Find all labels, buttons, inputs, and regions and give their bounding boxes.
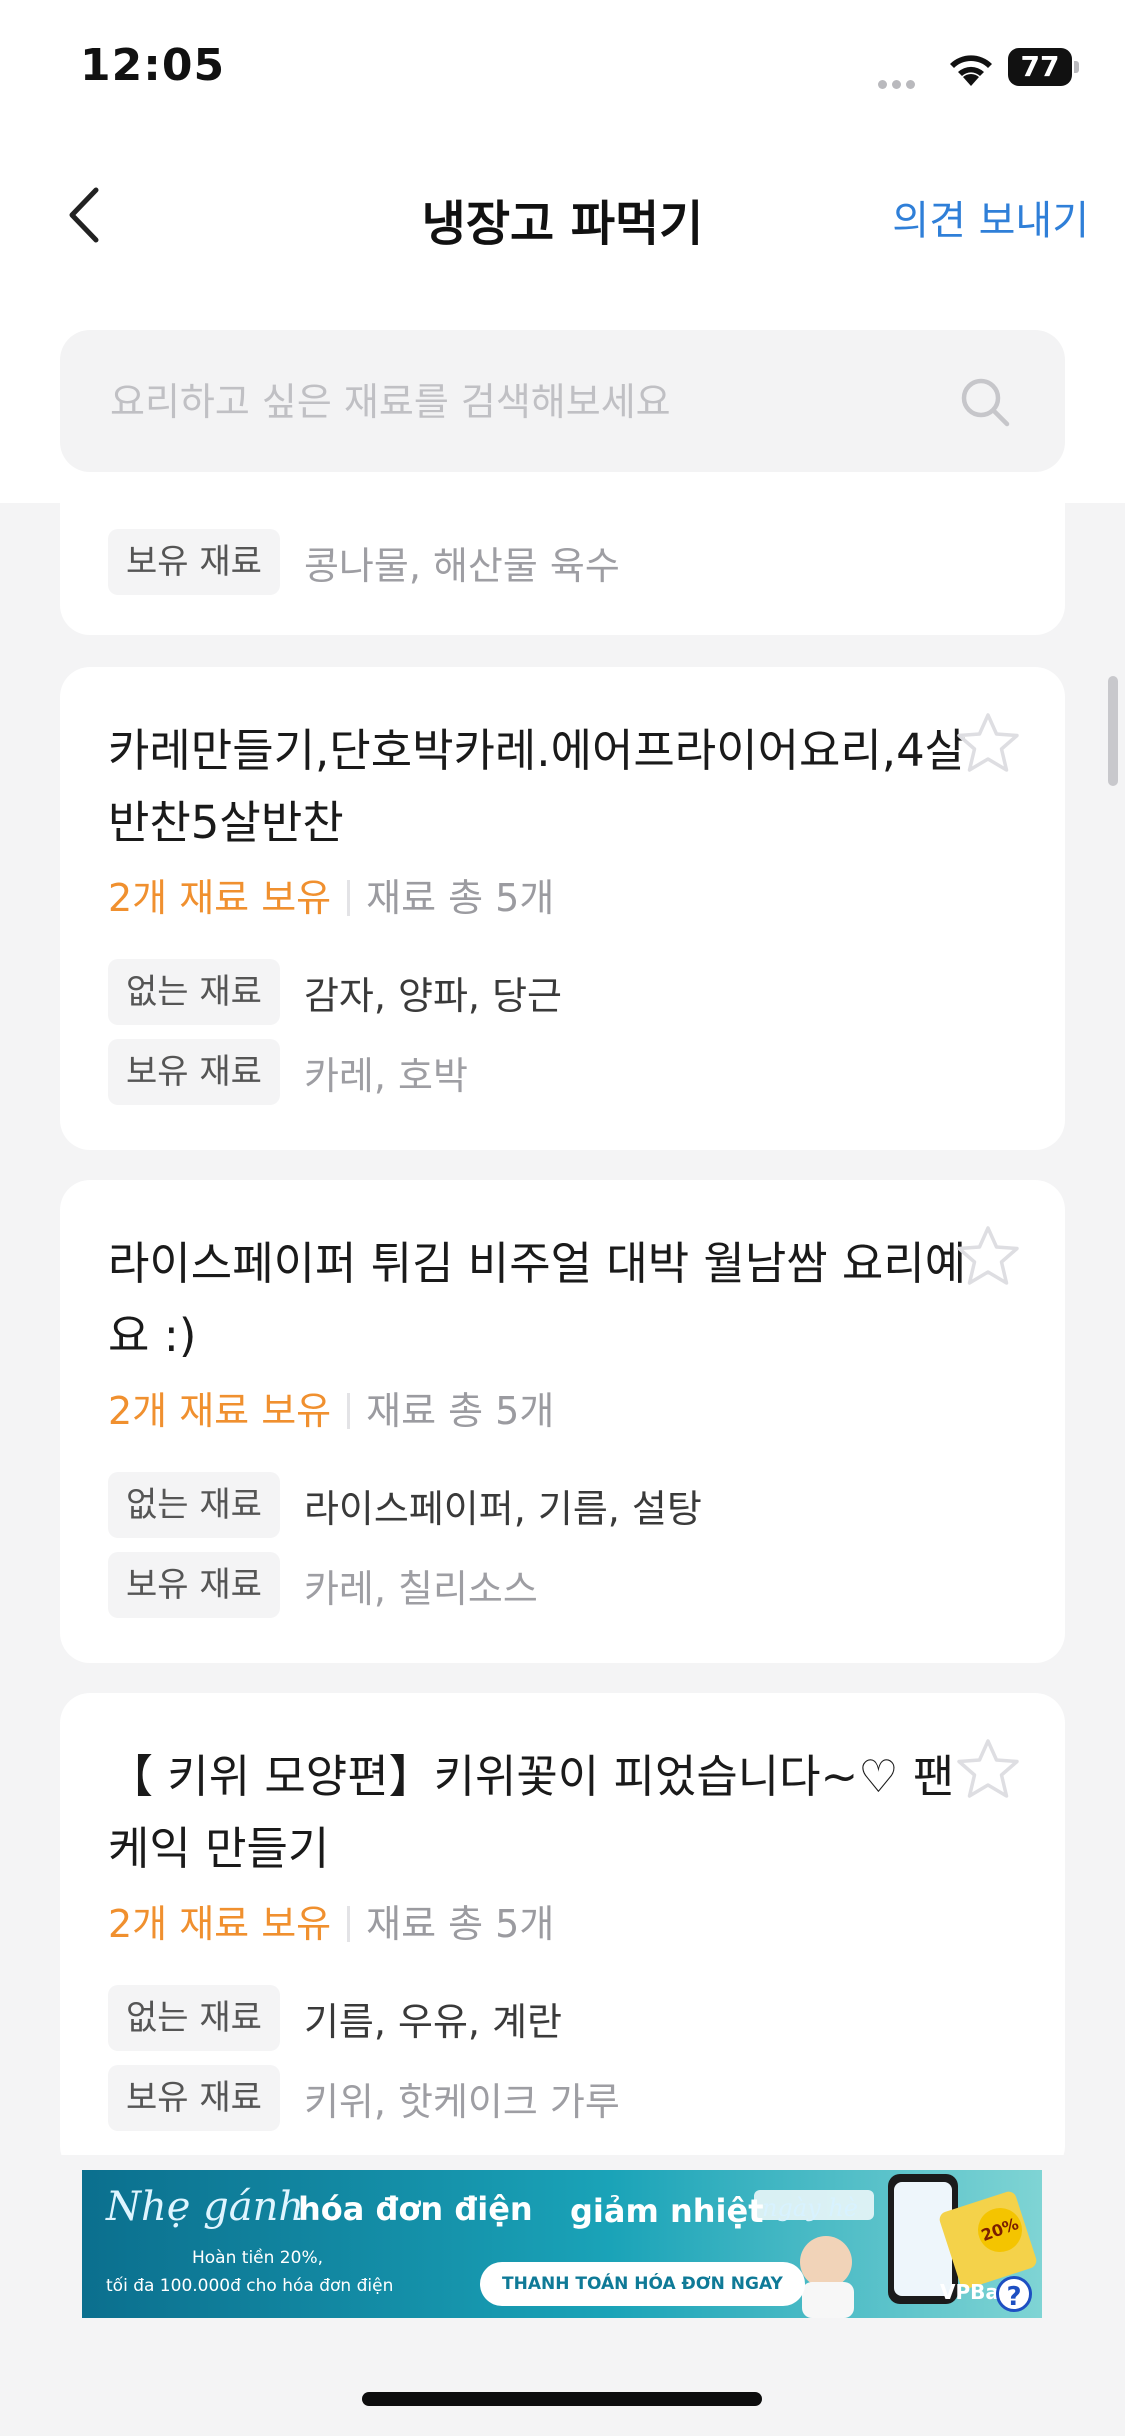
navigation-bar: 냉장고 파먹기 의견 보내기	[0, 160, 1125, 270]
missing-ingredients-row: 없는 재료 기름, 우유, 계란	[108, 1985, 562, 2053]
owned-count: 2개 재료 보유	[108, 876, 332, 920]
owned-ingredients-row: 보유 재료 카레, 호박	[108, 1039, 468, 1107]
status-time: 12:05	[80, 40, 226, 91]
owned-ingredients-chip: 보유 재료	[108, 529, 280, 595]
owned-ingredients-text: 키위, 핫케이크 가루	[303, 2079, 620, 2124]
ingredient-summary: 2개 재료 보유 재료 총 5개	[108, 1380, 554, 1435]
favorite-star-icon[interactable]	[955, 1224, 1021, 1288]
ad-banner[interactable]: Nhẹ gánh hóa đơn điện giảm nhiệt ngày hè…	[82, 2170, 1042, 2318]
cellular-signal-icon	[878, 74, 920, 93]
recipe-title: 카레만들기,단호박카레.에어프라이어요리,4살반찬5살반찬	[108, 724, 967, 849]
recipe-card[interactable]: 라이스페이퍼 튀김 비주얼 대박 월남쌈 요리예요 :) 2개 재료 보유 재료 …	[60, 1180, 1065, 1663]
recipe-title: 【 키위 모양편】키위꽃이 피었습니다~♡ 팬케익 만들기	[108, 1750, 955, 1875]
missing-ingredients-text: 감자, 양파, 당근	[303, 973, 563, 1018]
favorite-star-icon[interactable]	[955, 711, 1021, 775]
owned-ingredients-text: 콩나물, 해산물 육수	[303, 543, 620, 588]
ad-headline-2: giảm nhiệt	[570, 2192, 764, 2230]
search-icon[interactable]	[957, 374, 1013, 430]
ad-cta-button[interactable]: THANH TOÁN HÓA ĐƠN NGAY	[480, 2262, 805, 2306]
total-count: 재료 총 5개	[366, 1902, 555, 1946]
send-feedback-button[interactable]: 의견 보내기	[892, 188, 1089, 246]
recipe-card[interactable]: 【 키위 모양편】키위꽃이 피었습니다~♡ 팬케익 만들기 2개 재료 보유 재료…	[60, 1693, 1065, 2155]
ad-script-text-2: ngày hè	[762, 2194, 858, 2222]
missing-ingredients-text: 기름, 우유, 계란	[303, 1999, 563, 2044]
wifi-icon	[950, 55, 992, 86]
ad-subtext-2: tối đa 100.000đ cho hóa đơn điện	[106, 2276, 394, 2296]
ad-subtext: Hoàn tiền 20%,	[192, 2248, 323, 2268]
missing-ingredients-chip: 없는 재료	[108, 1985, 280, 2051]
owned-ingredients-row: 보유 재료 콩나물, 해산물 육수	[108, 529, 620, 597]
recipe-card[interactable]: 보유 재료 콩나물, 해산물 육수	[60, 503, 1065, 635]
search-input[interactable]	[108, 330, 962, 474]
missing-ingredients-chip: 없는 재료	[108, 1472, 280, 1538]
owned-ingredients-chip: 보유 재료	[108, 1039, 280, 1105]
total-count: 재료 총 5개	[366, 1389, 555, 1433]
status-bar: 12:05 77	[0, 0, 1125, 130]
owned-ingredients-text: 카레, 호박	[303, 1053, 468, 1098]
owned-ingredients-chip: 보유 재료	[108, 1552, 280, 1618]
header-area: 12:05 77 냉장고 파먹기 의견 보내기	[0, 0, 1125, 503]
missing-ingredients-chip: 없는 재료	[108, 959, 280, 1025]
home-indicator[interactable]	[362, 2392, 762, 2406]
owned-count: 2개 재료 보유	[108, 1902, 332, 1946]
recipe-card[interactable]: 카레만들기,단호박카레.에어프라이어요리,4살반찬5살반찬 2개 재료 보유 재료…	[60, 667, 1065, 1150]
ingredient-summary: 2개 재료 보유 재료 총 5개	[108, 1893, 554, 1948]
recipe-title: 라이스페이퍼 튀김 비주얼 대박 월남쌈 요리예요 :)	[108, 1237, 967, 1362]
owned-ingredients-chip: 보유 재료	[108, 2065, 280, 2131]
recipe-list: 보유 재료 콩나물, 해산물 육수 카레만들기,단호박카레.에어프라이어요리,4살…	[0, 503, 1125, 2155]
total-count: 재료 총 5개	[366, 876, 555, 920]
owned-ingredients-row: 보유 재료 카레, 칠리소스	[108, 1552, 538, 1620]
scrollbar[interactable]	[1108, 676, 1118, 786]
battery-icon: 77	[1008, 48, 1080, 88]
ad-headline: hóa đơn điện	[298, 2190, 533, 2228]
battery-level: 77	[1008, 48, 1072, 86]
ad-brand-logo: VPBa	[940, 2280, 999, 2304]
owned-count: 2개 재료 보유	[108, 1389, 332, 1433]
missing-ingredients-row: 없는 재료 라이스페이퍼, 기름, 설탕	[108, 1472, 702, 1540]
owned-ingredients-text: 카레, 칠리소스	[303, 1566, 538, 1611]
ingredient-summary: 2개 재료 보유 재료 총 5개	[108, 867, 554, 922]
missing-ingredients-text: 라이스페이퍼, 기름, 설탕	[303, 1486, 702, 1531]
search-bar[interactable]	[60, 330, 1065, 474]
favorite-star-icon[interactable]	[955, 1737, 1021, 1801]
missing-ingredients-row: 없는 재료 감자, 양파, 당근	[108, 959, 562, 1027]
ad-info-icon[interactable]: ?	[996, 2276, 1032, 2312]
owned-ingredients-row: 보유 재료 키위, 핫케이크 가루	[108, 2065, 620, 2133]
ad-script-text: Nhẹ gánh	[106, 2184, 305, 2230]
